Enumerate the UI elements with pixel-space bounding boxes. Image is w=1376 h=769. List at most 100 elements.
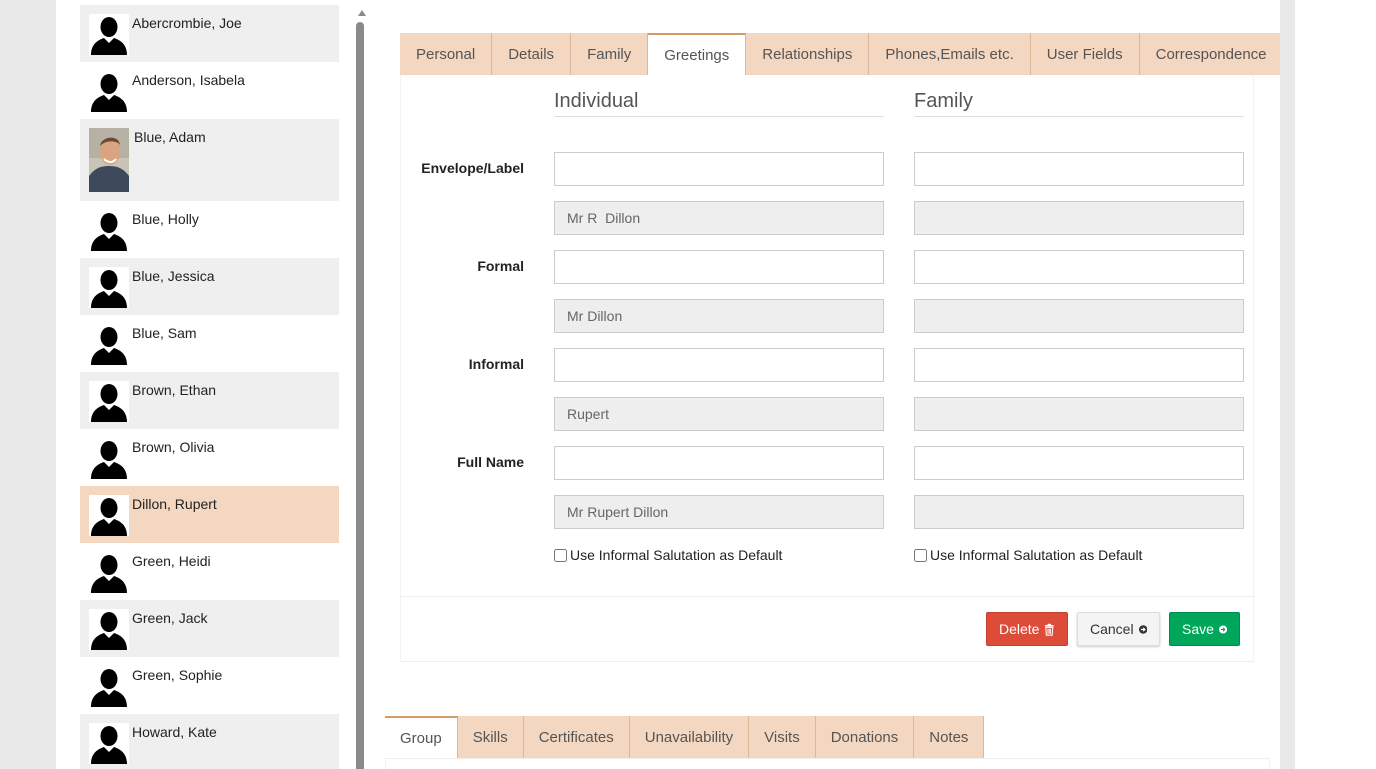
contact-name: Brown, Ethan <box>132 382 217 398</box>
avatar-photo <box>89 128 129 192</box>
person-silhouette-icon <box>89 438 129 479</box>
envelope-individual-default <box>554 201 884 235</box>
individual-informal-default-checkbox[interactable] <box>554 548 567 562</box>
family-informal-default-label: Use Informal Salutation as Default <box>930 547 1143 563</box>
fullname-family-default <box>914 495 1244 529</box>
tab-details[interactable]: Details <box>492 33 572 75</box>
scroll-up-arrow-icon[interactable] <box>358 10 366 16</box>
fullname-individual-input[interactable] <box>554 446 884 480</box>
contact-name: Blue, Jessica <box>132 268 215 284</box>
formal-label: Formal <box>477 258 524 274</box>
contact-name: Green, Sophie <box>132 667 223 683</box>
cancel-button[interactable]: Cancel <box>1077 612 1160 646</box>
contact-name: Anderson, Isabela <box>132 72 245 88</box>
individual-informal-default-option[interactable]: Use Informal Salutation as Default <box>554 547 782 563</box>
delete-button[interactable]: Delete <box>986 612 1068 646</box>
page-gutter-right <box>1280 0 1295 769</box>
tab-skills[interactable]: Skills <box>457 716 524 758</box>
contact-name: Green, Heidi <box>132 553 211 569</box>
detail-panel <box>385 758 1270 769</box>
cancel-button-label: Cancel <box>1090 621 1134 637</box>
contact-list-item[interactable]: Blue, Jessica <box>80 258 339 315</box>
contact-list-item[interactable]: Green, Jack <box>80 600 339 657</box>
individual-informal-default-label: Use Informal Salutation as Default <box>570 547 783 563</box>
contact-list-item[interactable]: Green, Sophie <box>80 657 339 714</box>
contact-list-item[interactable]: Anderson, Isabela <box>80 62 339 119</box>
formal-individual-default <box>554 299 884 333</box>
contact-list-item[interactable]: Blue, Adam <box>80 119 339 201</box>
tab-certificates[interactable]: Certificates <box>523 716 630 758</box>
family-column-heading: Family <box>914 90 1244 117</box>
tab-visits[interactable]: Visits <box>749 716 816 758</box>
tab-notes[interactable]: Notes <box>914 716 985 758</box>
person-silhouette-icon <box>89 723 129 764</box>
contact-tabs: Personal Details Family Greetings Relati… <box>400 33 1280 75</box>
delete-button-label: Delete <box>999 621 1040 637</box>
contact-name: Green, Jack <box>132 610 208 626</box>
formal-individual-input[interactable] <box>554 250 884 284</box>
person-silhouette-icon <box>89 552 129 593</box>
tab-group[interactable]: Group <box>385 716 458 758</box>
contact-list[interactable]: Abercrombie, Joe Anderson, Isabela Blue, A… <box>80 5 339 769</box>
contact-list-item[interactable]: Blue, Holly <box>80 201 339 258</box>
envelope-individual-input[interactable] <box>554 152 884 186</box>
informal-family-default <box>914 397 1244 431</box>
person-silhouette-icon <box>89 666 129 707</box>
footer-divider <box>400 596 1255 597</box>
contact-list-panel: Abercrombie, Joe Anderson, Isabela Blue, A… <box>69 0 366 769</box>
fullname-family-input[interactable] <box>914 446 1244 480</box>
arrow-circle-right-icon <box>1138 624 1147 634</box>
page-margin-right <box>1295 0 1376 769</box>
detail-tabs: Group Skills Certificates Unavailability… <box>385 716 985 758</box>
envelope-label: Envelope/Label <box>421 160 524 176</box>
contact-list-item[interactable]: Dillon, Rupert <box>80 486 339 543</box>
person-silhouette-icon <box>89 381 129 422</box>
trash-icon <box>1045 623 1055 636</box>
contact-name: Abercrombie, Joe <box>132 15 242 31</box>
tab-relationships[interactable]: Relationships <box>746 33 870 75</box>
contact-list-item[interactable]: Brown, Ethan <box>80 372 339 429</box>
informal-individual-input[interactable] <box>554 348 884 382</box>
contact-name: Blue, Sam <box>132 325 197 341</box>
contact-name: Blue, Holly <box>132 211 199 227</box>
contact-name: Dillon, Rupert <box>132 496 217 512</box>
arrow-circle-right-icon <box>1218 624 1227 634</box>
contact-list-item[interactable]: Blue, Sam <box>80 315 339 372</box>
informal-individual-default <box>554 397 884 431</box>
tab-phones-emails[interactable]: Phones,Emails etc. <box>869 33 1031 75</box>
tab-family[interactable]: Family <box>571 33 649 75</box>
person-silhouette-icon <box>89 267 129 308</box>
envelope-family-input[interactable] <box>914 152 1244 186</box>
family-informal-default-checkbox[interactable] <box>914 548 927 562</box>
contact-name: Howard, Kate <box>132 724 217 740</box>
tab-unavailability[interactable]: Unavailability <box>629 716 750 758</box>
informal-label: Informal <box>468 356 524 372</box>
tab-personal[interactable]: Personal <box>400 33 493 75</box>
tab-correspondence[interactable]: Correspondence <box>1139 33 1280 75</box>
person-silhouette-icon <box>89 14 129 55</box>
person-silhouette-icon <box>89 210 129 251</box>
person-silhouette-icon <box>89 495 129 536</box>
tab-greetings[interactable]: Greetings <box>648 33 747 75</box>
contact-list-item[interactable]: Brown, Olivia <box>80 429 339 486</box>
tab-donations[interactable]: Donations <box>815 716 915 758</box>
contact-name: Brown, Olivia <box>132 439 215 455</box>
contact-list-scrollbar[interactable] <box>355 8 366 769</box>
save-button-label: Save <box>1182 621 1214 637</box>
contact-list-item[interactable]: Green, Heidi <box>80 543 339 600</box>
scroll-thumb[interactable] <box>356 22 364 769</box>
person-silhouette-icon <box>89 324 129 365</box>
informal-family-input[interactable] <box>914 348 1244 382</box>
full-name-label: Full Name <box>457 454 524 470</box>
family-informal-default-option[interactable]: Use Informal Salutation as Default <box>914 547 1142 563</box>
contact-list-item[interactable]: Abercrombie, Joe <box>80 5 339 62</box>
save-button[interactable]: Save <box>1169 612 1240 646</box>
envelope-family-default <box>914 201 1244 235</box>
tab-user-fields[interactable]: User Fields <box>1030 33 1140 75</box>
formal-family-default <box>914 299 1244 333</box>
formal-family-input[interactable] <box>914 250 1244 284</box>
fullname-individual-default <box>554 495 884 529</box>
person-silhouette-icon <box>89 71 129 112</box>
contact-list-item[interactable]: Howard, Kate <box>80 714 339 769</box>
contact-name: Blue, Adam <box>134 129 206 145</box>
